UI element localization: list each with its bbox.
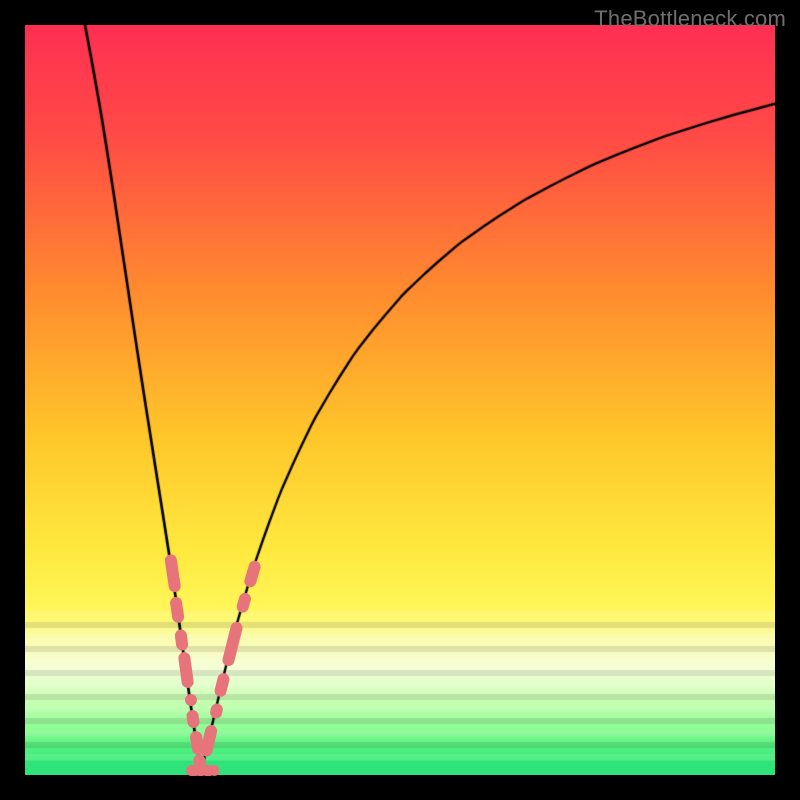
- chart-frame: TheBottleneck.com: [0, 0, 800, 800]
- plot-area: [25, 25, 775, 775]
- bottleneck-curve: [25, 25, 775, 775]
- watermark-label: TheBottleneck.com: [594, 6, 786, 32]
